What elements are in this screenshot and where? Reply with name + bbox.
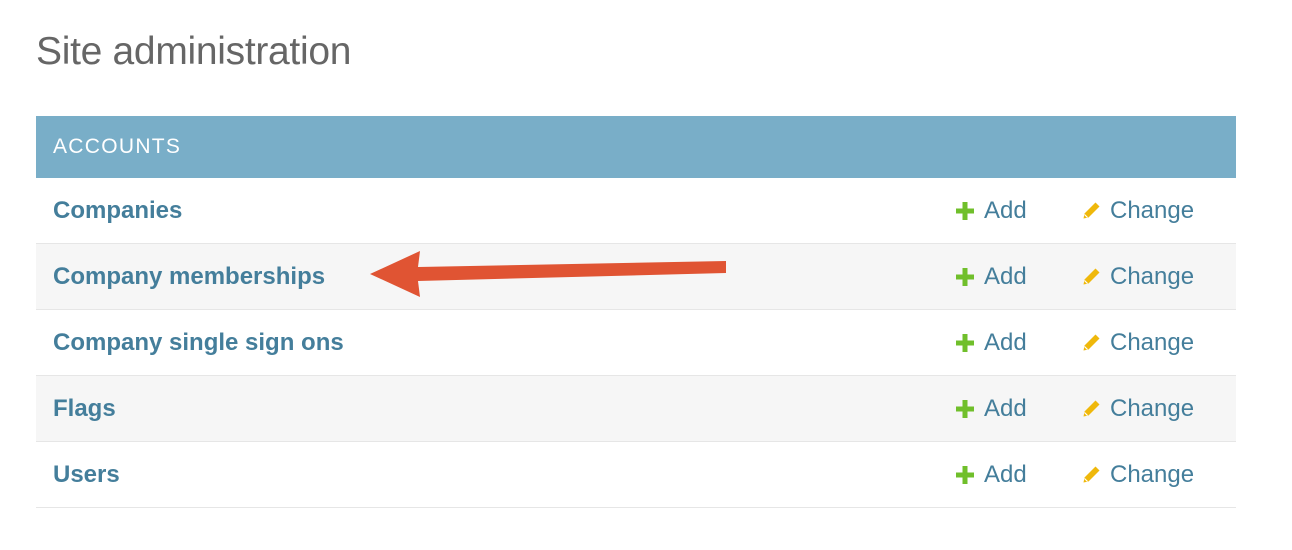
plus-icon — [954, 332, 976, 354]
pencil-icon — [1080, 398, 1102, 420]
change-label: Change — [1110, 394, 1195, 422]
model-row-flags: Flags Add Change — [36, 376, 1236, 442]
add-label: Add — [984, 460, 1027, 488]
module-caption-label[interactable]: ACCOUNTS — [53, 135, 181, 159]
admin-page: Site administration ACCOUNTS Companies A… — [0, 0, 1292, 550]
model-row-users: Users Add Change — [36, 442, 1236, 508]
add-link-company-memberships[interactable]: Add — [954, 263, 1027, 291]
plus-icon — [954, 200, 976, 222]
model-link-companies[interactable]: Companies — [53, 197, 182, 225]
module-caption[interactable]: ACCOUNTS — [36, 116, 1236, 178]
plus-icon — [954, 266, 976, 288]
model-link-flags[interactable]: Flags — [53, 395, 116, 423]
pencil-icon — [1080, 332, 1102, 354]
change-label: Change — [1110, 196, 1195, 224]
model-link-company-memberships[interactable]: Company memberships — [53, 263, 325, 291]
model-link-company-single-sign-ons[interactable]: Company single sign ons — [53, 329, 344, 357]
model-row-companies: Companies Add Change — [36, 178, 1236, 244]
change-label: Change — [1110, 262, 1195, 290]
add-label: Add — [984, 262, 1027, 290]
change-link-company-memberships[interactable]: Change — [1080, 263, 1194, 291]
add-label: Add — [984, 394, 1027, 422]
pencil-icon — [1080, 200, 1102, 222]
pencil-icon — [1080, 266, 1102, 288]
add-link-users[interactable]: Add — [954, 461, 1027, 489]
add-link-company-single-sign-ons[interactable]: Add — [954, 329, 1027, 357]
change-link-flags[interactable]: Change — [1080, 395, 1194, 423]
change-link-companies[interactable]: Change — [1080, 197, 1194, 225]
accounts-module: ACCOUNTS Companies Add Change Company me… — [36, 116, 1236, 508]
plus-icon — [954, 398, 976, 420]
model-row-company-single-sign-ons: Company single sign ons Add Change — [36, 310, 1236, 376]
change-link-company-single-sign-ons[interactable]: Change — [1080, 329, 1194, 357]
pencil-icon — [1080, 464, 1102, 486]
add-label: Add — [984, 196, 1027, 224]
model-row-company-memberships: Company memberships Add Change — [36, 244, 1236, 310]
add-link-companies[interactable]: Add — [954, 197, 1027, 225]
change-label: Change — [1110, 328, 1195, 356]
page-title: Site administration — [36, 30, 352, 73]
change-link-users[interactable]: Change — [1080, 461, 1194, 489]
add-link-flags[interactable]: Add — [954, 395, 1027, 423]
model-link-users[interactable]: Users — [53, 461, 120, 489]
plus-icon — [954, 464, 976, 486]
add-label: Add — [984, 328, 1027, 356]
change-label: Change — [1110, 460, 1195, 488]
